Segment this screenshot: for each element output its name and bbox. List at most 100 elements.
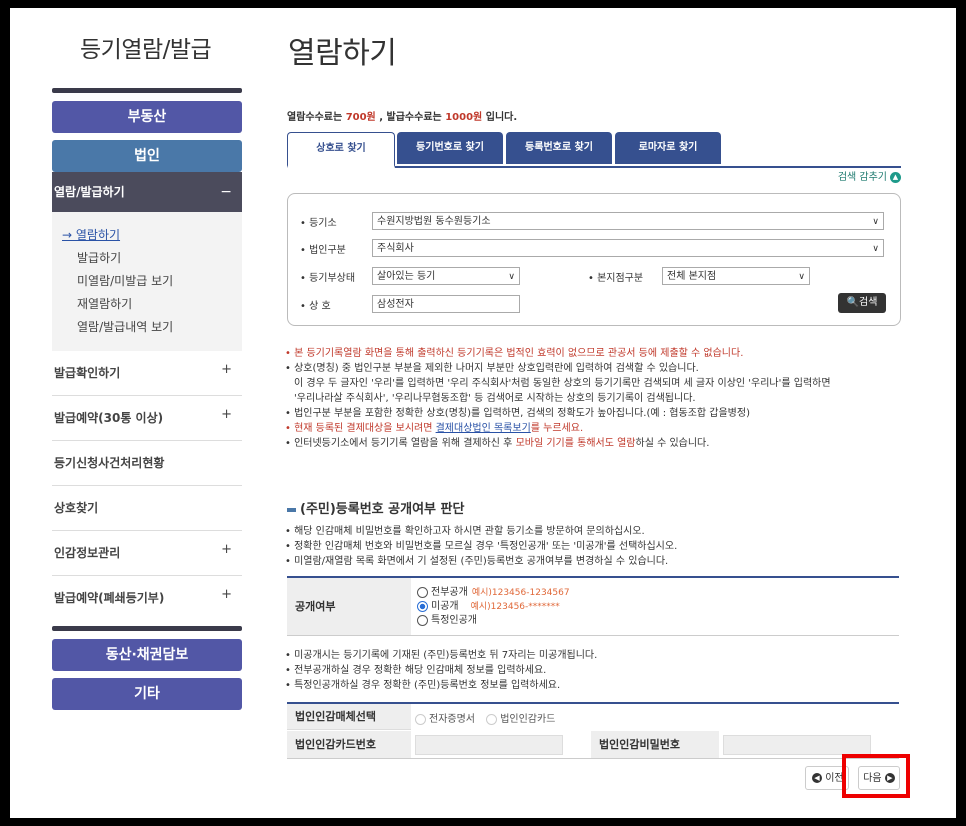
fee-view: 700원 (345, 112, 376, 123)
payment-list-link[interactable]: 결제대상법인 목록보기 (436, 423, 531, 434)
search-toggle[interactable]: 검색 감추기 ▲ (838, 168, 901, 183)
notice-item: • 미공개시는 등기기록에 기재된 (주민)등록번호 뒤 7자리는 미공개됩니다… (285, 650, 598, 661)
password-input[interactable] (723, 735, 871, 755)
menu-issue-check[interactable]: 발급확인하기 + (52, 351, 242, 396)
name-input[interactable]: 삼성전자 (372, 295, 520, 313)
notice-item-payment: • 현재 등록된 결제대상을 보시려면 결제대상법인 목록보기를 누르세요. (285, 421, 905, 436)
disclosure-notice-list: • 해당 인감매체 비밀번호를 확인하고자 하시면 관할 등기소를 방문하여 문… (285, 524, 905, 569)
page-title: 열람하기 (288, 36, 397, 71)
menu-closed-reservation[interactable]: 발급예약(폐쇄등기부) + (52, 576, 242, 620)
tab-by-roman[interactable]: 로마자로 찾기 (615, 132, 721, 164)
chevron-down-icon: ∨ (508, 272, 515, 282)
radio-icon (417, 614, 428, 626)
section-title: (주민)등록번호 공개여부 판단 (287, 498, 464, 517)
section-title-text: (주민)등록번호 공개여부 판단 (300, 502, 465, 517)
tab-by-name[interactable]: 상호로 찾기 (287, 132, 395, 168)
menu-label: 등기신청사건처리현황 (54, 456, 165, 470)
page: 등기열람/발급 열람하기 부동산 법인 열람/발급하기 − → 열람하기 발급하… (10, 8, 956, 818)
branch-select[interactable]: 전체 본지점 ∨ (662, 267, 810, 285)
collapse-icon: − (220, 184, 232, 200)
sidebar-divider (52, 88, 242, 93)
option-specific[interactable]: 특정인공개 (417, 614, 570, 627)
seal-media-label: 법인인감매체선택 (287, 704, 411, 730)
notice-item: • 특정인공개하실 경우 정확한 (주민)등록번호 정보를 입력하세요. (285, 680, 561, 691)
fee-notice: 열람수수료는 700원 , 발급수수료는 1000원 입니다. (287, 108, 517, 123)
option-label: 미공개 (431, 601, 459, 612)
corp-type-label: • 법인구분 (300, 245, 346, 256)
prev-button-label: 이전 (825, 773, 844, 784)
option-full[interactable]: 전부공개 예시)123456-1234567 (417, 586, 570, 600)
notice-item: • 해당 인감매체 비밀번호를 확인하고자 하시면 관할 등기소를 방문하여 문… (285, 526, 645, 537)
menu-label: 발급예약(30통 이상) (54, 411, 164, 425)
notice-text: 를 누르세요. (530, 423, 584, 434)
search-button[interactable]: 🔍검색 (838, 293, 886, 313)
notice-item: '우리나라살 주식회사', '우리나무협동조합' 등 검색어로 시작하는 상호의… (294, 393, 696, 404)
menu-issue-reservation[interactable]: 발급예약(30통 이상) + (52, 396, 242, 441)
option-label: 법인인감카드 (500, 714, 556, 725)
category-other-button[interactable]: 기타 (52, 678, 242, 710)
status-value: 살아있는 등기 (377, 271, 436, 282)
registry-value: 수원지방법원 동수원등기소 (377, 216, 491, 227)
toggle-label: 검색 감추기 (837, 172, 887, 183)
submenu-issue[interactable]: 발급하기 (62, 247, 242, 270)
menu-name-search[interactable]: 상호찾기 (52, 486, 242, 531)
fee-text: 입니다. (482, 112, 518, 123)
fee-text: 열람수수료는 (287, 112, 346, 123)
submenu-unviewed[interactable]: 미열람/미발급 보기 (62, 270, 242, 293)
fee-text: , 발급수수료는 (375, 112, 446, 123)
search-form: • 등기소 수원지방법원 동수원등기소 ∨ • 법인구분 주식회사 ∨ • 등기부상… (287, 193, 901, 326)
card-number-label: 법인인감카드번호 (287, 731, 411, 758)
notice-item: • 전부공개하실 경우 정확한 해당 인감매체 정보를 입력하세요. (285, 665, 547, 676)
menu-seal-info[interactable]: 인감정보관리 + (52, 531, 242, 576)
notice-text: • 현재 등록된 결제대상을 보시려면 (285, 423, 436, 434)
menu-label: 발급확인하기 (54, 366, 121, 380)
category-corporation-button[interactable]: 법인 (52, 140, 242, 172)
radio-icon (417, 586, 428, 598)
disclosure-label: 공개여부 (287, 578, 411, 635)
disclosure-table: 공개여부 전부공개 예시)123456-1234567 미공개 예시)123456-… (287, 576, 899, 636)
radio-selected-icon (417, 600, 428, 612)
sidebar-title: 등기열람/발급 (80, 37, 212, 63)
radio-icon (415, 713, 426, 725)
seal-table: 법인인감매체선택 전자증명서 법인인감카드 법인인감카드번호 법인인감비밀번호 (287, 702, 899, 759)
submenu: → 열람하기 발급하기 미열람/미발급 보기 재열람하기 열람/발급내역 보기 (52, 212, 242, 351)
corp-type-select[interactable]: 주식회사 ∨ (372, 239, 884, 257)
status-label: • 등기부상태 (300, 273, 356, 284)
card-number-input[interactable] (415, 735, 563, 755)
submenu-history[interactable]: 열람/발급내역 보기 (62, 316, 242, 339)
submenu-review[interactable]: 재열람하기 (62, 293, 242, 316)
menu-case-status[interactable]: 등기신청사건처리현황 (52, 441, 242, 486)
tab-by-corp-number[interactable]: 등록번호로 찾기 (506, 132, 612, 164)
category-real-estate-button[interactable]: 부동산 (52, 101, 242, 133)
notice-item: • 법인구분 부분을 포함한 정확한 상호(명칭)를 입력하면, 검색의 정확도… (285, 408, 750, 419)
tab-by-reg-number[interactable]: 등기번호로 찾기 (397, 132, 503, 164)
corp-type-value: 주식회사 (377, 243, 414, 254)
highlight-box (842, 754, 910, 798)
chevron-left-icon: ◀ (812, 773, 822, 783)
option-private[interactable]: 미공개 예시)123456-******* (417, 600, 570, 614)
notice-item-mobile: • 인터넷등기소에서 등기기록 열람을 위해 결제하신 후 모바일 기기를 통해… (285, 436, 905, 451)
notice-list: • 본 등기기록열람 화면을 통해 출력하신 등기기록은 법적인 효력이 없으므… (285, 346, 905, 451)
disclosure-rules-list: • 미공개시는 등기기록에 기재된 (주민)등록번호 뒤 7자리는 미공개됩니다… (285, 648, 905, 693)
registry-select[interactable]: 수원지방법원 동수원등기소 ∨ (372, 212, 884, 230)
notice-text-red: 모바일 기기를 통해서도 열람 (515, 438, 636, 449)
option-cert[interactable]: 전자증명서 (415, 713, 475, 725)
submenu-view[interactable]: → 열람하기 (62, 224, 242, 247)
section-marker-icon (287, 507, 296, 512)
menu-view-issue[interactable]: 열람/발급하기 − (52, 172, 242, 212)
branch-value: 전체 본지점 (667, 271, 717, 282)
sidebar: 부동산 법인 열람/발급하기 − → 열람하기 발급하기 미열람/미발급 보기 … (52, 88, 242, 717)
option-label: 전부공개 (431, 587, 468, 598)
expand-icon: + (221, 407, 232, 422)
option-example: 예시)123456-******* (470, 602, 560, 612)
option-card[interactable]: 법인인감카드 (486, 713, 556, 725)
expand-icon: + (221, 542, 232, 557)
search-tabs: 상호로 찾기 등기번호로 찾기 등록번호로 찾기 로마자로 찾기 (287, 132, 901, 168)
menu-label: 인감정보관리 (54, 546, 121, 560)
notice-text: • 인터넷등기소에서 등기기록 열람을 위해 결제하신 후 (285, 438, 516, 449)
category-movable-button[interactable]: 동산·채권담보 (52, 639, 242, 671)
name-label: • 상 호 (300, 301, 331, 312)
status-select[interactable]: 살아있는 등기 ∨ (372, 267, 520, 285)
password-label: 법인인감비밀번호 (591, 731, 719, 758)
option-label: 전자증명서 (429, 714, 475, 725)
